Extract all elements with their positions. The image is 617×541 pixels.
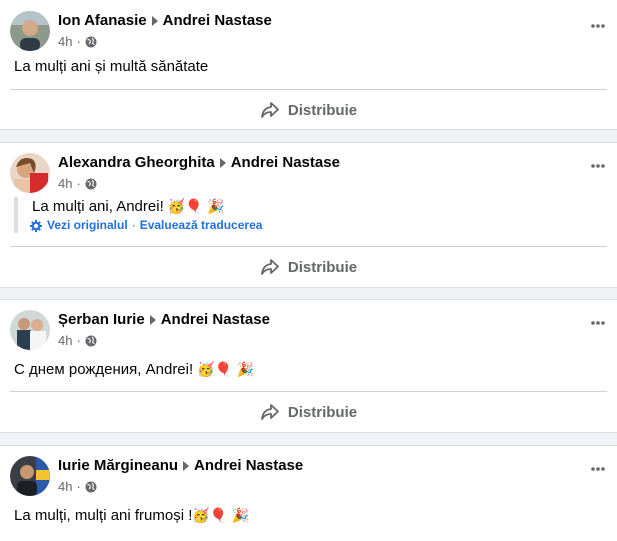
globe-icon: [85, 36, 97, 47]
header-text: Alexandra Gheorghita Andrei Nastase 4h ·: [58, 153, 340, 193]
share-icon: [261, 102, 279, 118]
share-label: Distribuie: [287, 403, 358, 421]
share-icon: [261, 404, 279, 420]
post-names: Șerban Iurie Andrei Nastase: [58, 310, 270, 329]
arrow-right-icon: [183, 460, 190, 471]
post-text: La mulți, mulți ani frumoși !🥳🎈 🎉: [14, 506, 249, 526]
post-header: Ion Afanasie Andrei Nastase 4h ·: [10, 11, 272, 51]
avatar[interactable]: [10, 310, 50, 350]
post-time[interactable]: 4h: [58, 33, 72, 50]
header-text: Șerban Iurie Andrei Nastase 4h ·: [58, 310, 270, 350]
target-name[interactable]: Andrei Nastase: [194, 456, 303, 475]
post-time[interactable]: 4h: [58, 175, 72, 192]
post-text-content: С днем рождения, Andrei!: [14, 361, 194, 378]
post-time[interactable]: 4h: [58, 478, 72, 495]
target-name[interactable]: Andrei Nastase: [231, 153, 340, 172]
post: Ion Afanasie Andrei Nastase 4h · La mulț…: [0, 0, 617, 130]
divider: [10, 89, 607, 90]
meta-separator: ·: [76, 176, 81, 191]
target-name[interactable]: Andrei Nastase: [163, 11, 272, 30]
translated-block: La mulți ani, Andrei! 🥳🎈 🎉 Vezi original…: [14, 197, 262, 233]
share-button[interactable]: Distribuie: [10, 395, 607, 429]
post-emojis: 🥳🎈 🎉: [167, 199, 225, 215]
post-emojis: 🥳🎈 🎉: [192, 508, 250, 524]
share-label: Distribuie: [287, 258, 358, 276]
share-button[interactable]: Distribuie: [10, 250, 607, 284]
meta-separator: ·: [76, 479, 81, 494]
header-text: Ion Afanasie Andrei Nastase 4h ·: [58, 11, 272, 51]
link-separator: ·: [131, 218, 136, 232]
share-button[interactable]: Distribuie: [10, 93, 607, 127]
avatar[interactable]: [10, 11, 50, 51]
post-meta: 4h ·: [58, 332, 270, 349]
arrow-right-icon: [219, 157, 226, 168]
divider: [10, 391, 607, 392]
translation-links: Vezi originalul · Evaluează traducerea: [30, 218, 262, 233]
author-name[interactable]: Șerban Iurie: [58, 310, 145, 329]
share-icon: [261, 259, 279, 275]
globe-icon: [85, 178, 97, 189]
post-header: Iurie Mărgineanu Andrei Nastase 4h ·: [10, 456, 303, 496]
post-names: Ion Afanasie Andrei Nastase: [58, 11, 272, 30]
post-meta: 4h ·: [58, 33, 272, 50]
post-text: С днем рождения, Andrei! 🥳🎈 🎉: [14, 360, 254, 380]
globe-icon: [85, 335, 97, 346]
share-label: Distribuie: [287, 101, 358, 119]
author-name[interactable]: Iurie Mărgineanu: [58, 456, 178, 475]
post-meta: 4h ·: [58, 478, 303, 495]
more-options-icon[interactable]: [587, 316, 609, 330]
post-names: Alexandra Gheorghita Andrei Nastase: [58, 153, 340, 172]
post-time[interactable]: 4h: [58, 332, 72, 349]
post-text-content: La mulți, mulți ani frumoși !: [14, 507, 193, 524]
meta-separator: ·: [76, 333, 81, 348]
post: Iurie Mărgineanu Andrei Nastase 4h · La …: [0, 445, 617, 541]
more-options-icon[interactable]: [587, 19, 609, 33]
rate-translation-link[interactable]: Evaluează traducerea: [140, 218, 263, 233]
more-options-icon[interactable]: [587, 462, 609, 476]
post-emojis: 🥳🎈 🎉: [197, 362, 255, 378]
meta-separator: ·: [76, 34, 81, 49]
divider: [10, 246, 607, 247]
post-header: Alexandra Gheorghita Andrei Nastase 4h ·: [10, 153, 340, 193]
post-text-content: La mulți ani, Andrei!: [32, 198, 164, 215]
post-text: La mulți ani, Andrei! 🥳🎈 🎉: [32, 197, 262, 217]
post: Alexandra Gheorghita Andrei Nastase 4h ·: [0, 142, 617, 288]
post-text: La mulți ani și multă sănătate: [14, 58, 209, 75]
post-header: Șerban Iurie Andrei Nastase 4h ·: [10, 310, 270, 350]
arrow-right-icon: [151, 15, 158, 26]
globe-icon: [85, 481, 97, 492]
more-options-icon[interactable]: [587, 159, 609, 173]
target-name[interactable]: Andrei Nastase: [161, 310, 270, 329]
gear-icon: [30, 219, 42, 232]
arrow-right-icon: [149, 314, 156, 325]
post-meta: 4h ·: [58, 175, 340, 192]
header-text: Iurie Mărgineanu Andrei Nastase 4h ·: [58, 456, 303, 496]
avatar[interactable]: [10, 153, 50, 193]
author-name[interactable]: Alexandra Gheorghita: [58, 153, 215, 172]
avatar[interactable]: [10, 456, 50, 496]
see-original-link[interactable]: Vezi originalul: [47, 218, 128, 233]
post: Șerban Iurie Andrei Nastase 4h · С днем …: [0, 299, 617, 433]
author-name[interactable]: Ion Afanasie: [58, 11, 147, 30]
post-names: Iurie Mărgineanu Andrei Nastase: [58, 456, 303, 475]
feed: Ion Afanasie Andrei Nastase 4h · La mulț…: [0, 0, 617, 541]
